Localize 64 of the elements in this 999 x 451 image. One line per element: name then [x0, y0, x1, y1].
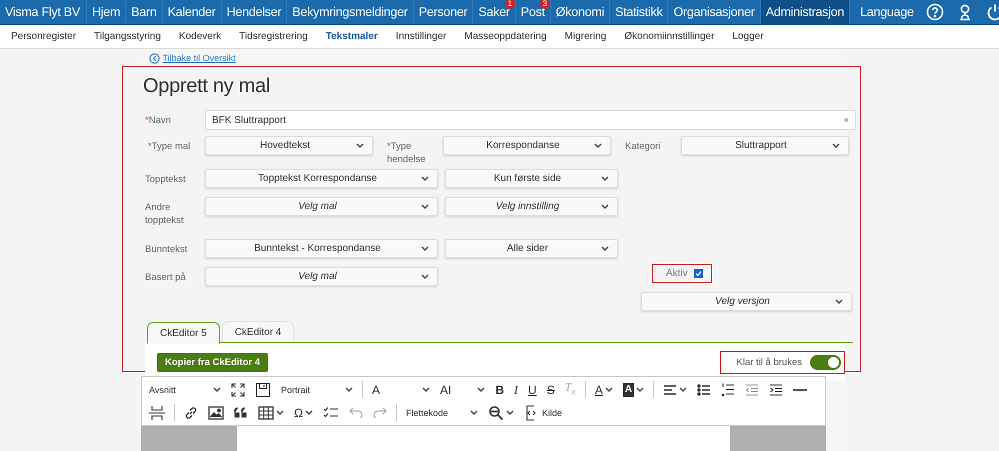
- toolbar-dropdown[interactable]: Portrait: [278, 384, 356, 394]
- sub-nav-item[interactable]: Økonomiinnstillinger: [615, 31, 724, 42]
- select-dropdown[interactable]: Topptekst Korrespondanse: [205, 169, 438, 188]
- field-label: Andre topptekst: [145, 201, 185, 227]
- notification-badge: 1: [504, 0, 515, 9]
- select-dropdown[interactable]: Bunntekst - Korrespondanse: [205, 239, 438, 258]
- field-label: *Type mal: [148, 140, 192, 153]
- toolbar-dropdown[interactable]: Flettekode: [402, 408, 481, 418]
- toolbar-button[interactable]: I: [511, 382, 522, 396]
- select-dropdown[interactable]: Kun første side: [445, 169, 618, 188]
- field-label: Bunntekst: [145, 243, 188, 256]
- field-label: Basert på: [145, 271, 187, 284]
- toolbar-button[interactable]: A: [620, 382, 648, 396]
- sub-nav-item[interactable]: Tilgangsstyring: [85, 31, 170, 42]
- sub-nav-item[interactable]: Kodeverk: [170, 31, 230, 42]
- sub-nav-item[interactable]: Innstillinger: [386, 31, 456, 42]
- toolbar-dropdown[interactable]: Avsnitt: [146, 384, 224, 394]
- editor-tab[interactable]: CkEditor 5: [147, 322, 220, 344]
- form-title: Opprett ny mal: [143, 75, 271, 98]
- field-label: *Navn: [145, 114, 172, 127]
- brand-link[interactable]: Visma Flyt BV: [0, 0, 87, 24]
- back-link[interactable]: Tilbake til Oversikt: [162, 53, 236, 63]
- name-input-field[interactable]: BFK Sluttrapport ×: [205, 110, 856, 130]
- field-label: Kategori: [625, 140, 662, 153]
- nav-item[interactable]: Personer: [414, 0, 474, 24]
- toggle-label: Klar til å brukes: [736, 356, 802, 368]
- select-dropdown[interactable]: Velg mal: [205, 197, 438, 216]
- toolbar-button[interactable]: Kilde: [520, 404, 565, 420]
- sub-nav-item[interactable]: Masseoppdatering: [455, 31, 556, 42]
- toolbar-button[interactable]: AI: [437, 382, 488, 396]
- sub-nav-item[interactable]: Tidsregistrering: [230, 31, 317, 42]
- toolbar-button[interactable]: Ω: [291, 406, 316, 420]
- toolbar-button[interactable]: A: [369, 382, 434, 396]
- select-dropdown[interactable]: Velg mal: [205, 267, 438, 286]
- nav-item[interactable]: Hjem: [86, 0, 126, 24]
- toolbar-button[interactable]: B: [492, 382, 508, 396]
- nav-item[interactable]: Økonomi: [550, 0, 610, 24]
- select-dropdown[interactable]: Alle sider: [445, 239, 618, 258]
- editor-tab[interactable]: CkEditor 4: [222, 321, 294, 342]
- select-dropdown[interactable]: Sluttrapport: [681, 136, 849, 155]
- select-dropdown[interactable]: Korrespondanse: [443, 136, 611, 155]
- sub-nav-item[interactable]: Tekstmaler: [316, 31, 387, 42]
- copy-button[interactable]: Kopier fra CkEditor 4: [157, 352, 268, 372]
- toolbar-button[interactable]: A: [592, 382, 616, 396]
- select-dropdown[interactable]: Velg innstilling: [445, 197, 618, 216]
- field-label: Aktiv: [666, 268, 688, 279]
- nav-item[interactable]: Hendelser: [222, 0, 288, 24]
- sub-nav-item[interactable]: Migrering: [556, 31, 616, 42]
- notification-badge: 3: [540, 0, 550, 9]
- nav-item[interactable]: Bekymringsmeldinger: [287, 0, 414, 24]
- field-label: Topptekst: [145, 173, 187, 186]
- select-dropdown[interactable]: Hovedtekst: [205, 136, 373, 155]
- select-dropdown[interactable]: Velg versjon: [641, 292, 852, 311]
- nav-item[interactable]: Kalender: [162, 0, 222, 24]
- language-link[interactable]: Language: [850, 0, 924, 24]
- nav-item[interactable]: Statistikk: [610, 0, 668, 24]
- clear-button[interactable]: ×: [844, 115, 849, 125]
- nav-item[interactable]: Administrasjon: [760, 0, 850, 24]
- nav-item[interactable]: Barn: [126, 0, 163, 24]
- sub-nav-item[interactable]: Logger: [723, 31, 773, 42]
- toolbar-button[interactable]: S: [544, 382, 558, 396]
- sub-nav-item[interactable]: Personregister: [2, 31, 86, 42]
- toolbar-button[interactable]: U: [525, 382, 540, 396]
- field-label: *Type hendelse: [387, 140, 427, 166]
